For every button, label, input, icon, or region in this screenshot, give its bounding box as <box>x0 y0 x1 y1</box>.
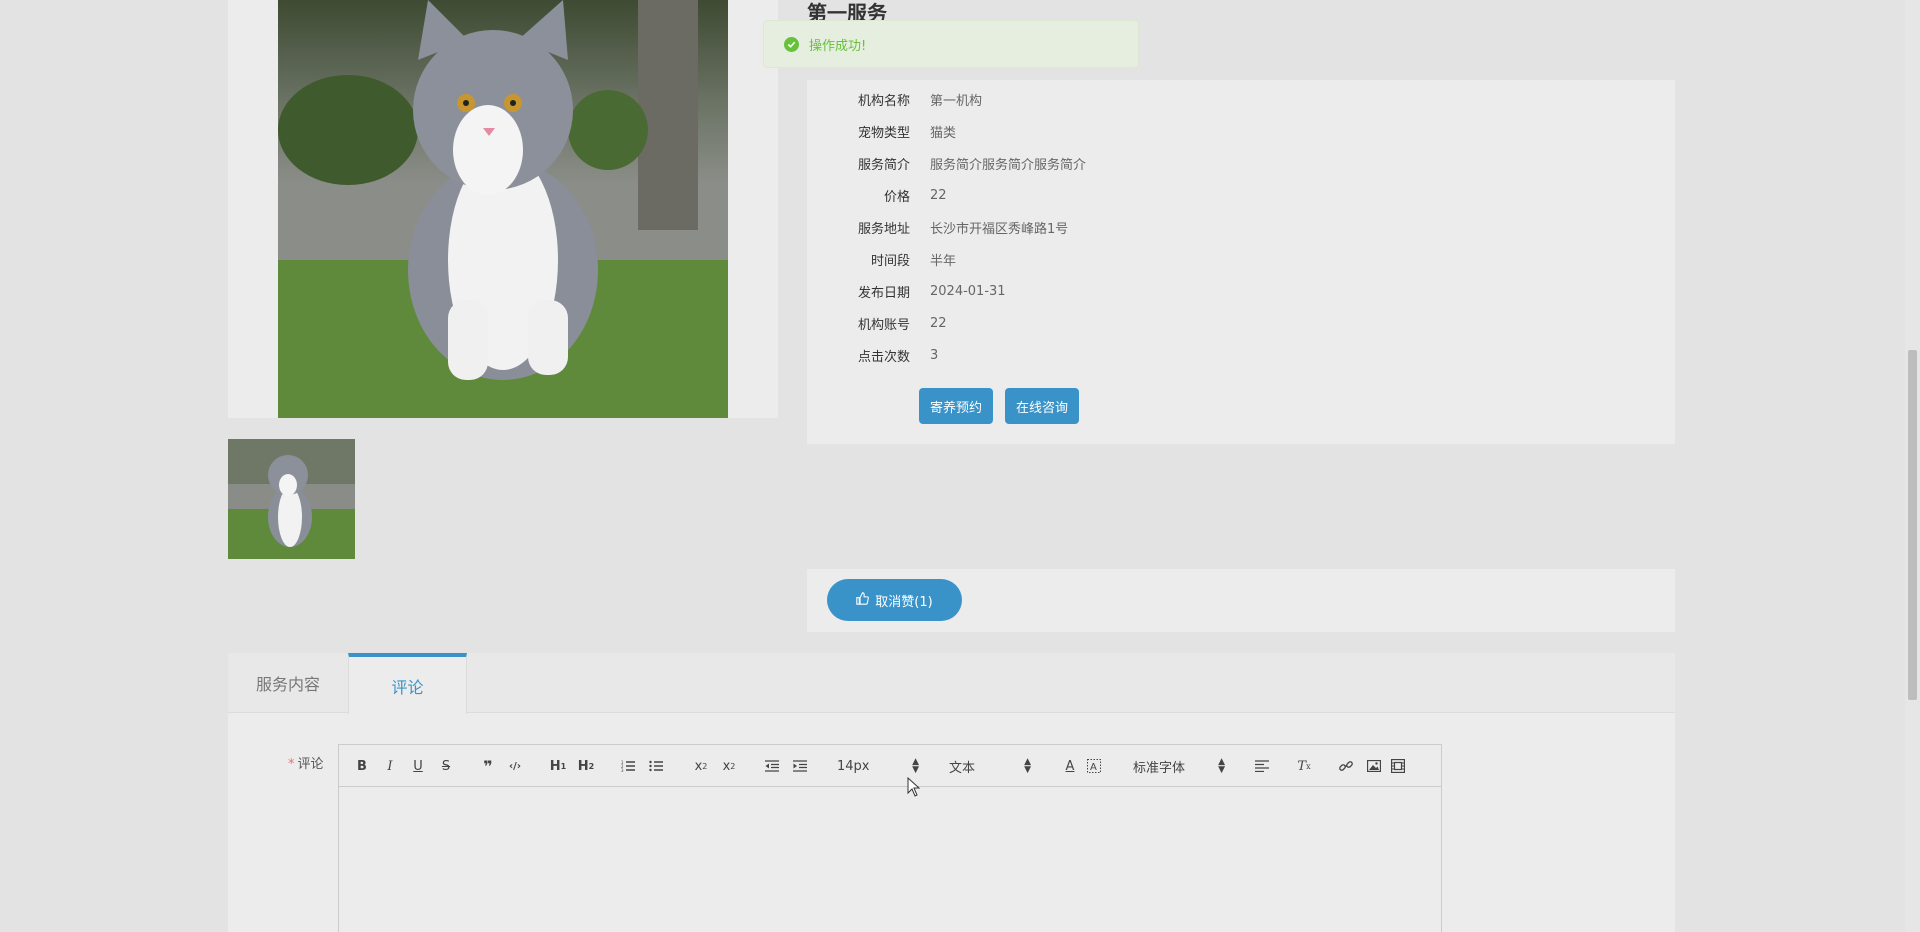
info-row-publish-date: 发布日期 2024-01-31 <box>807 275 1006 307</box>
mouse-cursor-icon <box>907 776 921 801</box>
online-consult-button[interactable]: 在线咨询 <box>1005 388 1080 424</box>
tab-comments[interactable]: 评论 <box>348 653 467 714</box>
toast-message: 操作成功! <box>809 38 867 54</box>
success-toast: 操作成功! <box>763 20 1139 68</box>
font-family-select[interactable]: 标准字体 ▲ ▼ <box>1133 755 1229 777</box>
info-value: 3 <box>930 347 939 363</box>
info-label: 机构名称 <box>857 93 910 109</box>
info-value: 长沙市开福区秀峰路1号 <box>930 221 1069 237</box>
font-color-icon[interactable]: A <box>1061 755 1079 777</box>
unlike-button[interactable]: 取消赞(1) <box>827 579 962 621</box>
select-arrows-icon: ▲ ▼ <box>1024 757 1031 775</box>
book-boarding-button[interactable]: 寄养预约 <box>919 388 994 424</box>
header-select[interactable]: 文本 ▲ ▼ <box>949 755 1035 777</box>
font-size-value: 14px <box>837 758 870 774</box>
info-row-summary: 服务简介 服务简介服务简介服务简介 <box>807 147 1086 179</box>
underline-icon[interactable]: U <box>409 755 427 777</box>
heading1-icon[interactable]: H1 <box>547 755 569 777</box>
tabs-section: 服务内容 评论 * 评论 B I U S ❞ ‹/› H1 H2 123 x2 x… <box>228 653 1675 932</box>
info-label: 发布日期 <box>857 285 910 301</box>
select-arrows-icon: ▲ ▼ <box>912 757 919 775</box>
info-label: 机构账号 <box>857 317 910 333</box>
check-circle-icon <box>784 36 799 52</box>
link-icon[interactable] <box>1337 755 1355 777</box>
thumbnail-image[interactable] <box>228 439 355 559</box>
outdent-icon[interactable] <box>763 755 781 777</box>
main-image-container <box>228 0 778 418</box>
info-row-address: 服务地址 长沙市开福区秀峰路1号 <box>807 211 1068 243</box>
svg-text:3: 3 <box>621 768 624 772</box>
info-label: 时间段 <box>870 253 910 269</box>
info-value: 服务简介服务简介服务简介 <box>930 157 1087 173</box>
code-block-icon[interactable]: ‹/› <box>505 755 525 777</box>
info-label: 服务简介 <box>857 157 910 173</box>
info-label: 价格 <box>883 189 910 205</box>
font-size-select[interactable]: 14px ▲ ▼ <box>837 755 923 777</box>
tab-bar: 服务内容 评论 <box>228 653 1675 714</box>
unlike-label: 取消赞(1) <box>875 594 933 610</box>
select-arrows-icon: ▲ ▼ <box>1218 757 1225 775</box>
info-label: 点击次数 <box>857 349 910 365</box>
bold-icon[interactable]: B <box>353 755 371 777</box>
required-mark: * <box>288 757 295 772</box>
superscript-icon[interactable]: x2 <box>719 755 739 777</box>
background-color-icon[interactable]: A <box>1085 755 1103 777</box>
info-label: 宠物类型 <box>857 125 910 141</box>
info-row-price: 价格 22 <box>807 179 947 211</box>
info-row-period: 时间段 半年 <box>807 243 956 275</box>
align-icon[interactable] <box>1253 755 1271 777</box>
page-scrollbar[interactable] <box>1905 0 1920 932</box>
info-row-clicks: 点击次数 3 <box>807 339 938 371</box>
editor-content-area[interactable] <box>339 787 1441 932</box>
info-label: 服务地址 <box>857 221 910 237</box>
svg-text:A: A <box>1090 762 1097 773</box>
editor-toolbar: B I U S ❞ ‹/› H1 H2 123 x2 x2 14px ▲ ▼ 文… <box>339 745 1441 787</box>
subscript-icon[interactable]: x2 <box>691 755 711 777</box>
blockquote-icon[interactable]: ❞ <box>479 755 497 777</box>
like-panel: 取消赞(1) <box>807 569 1675 632</box>
clear-format-icon[interactable]: Tx <box>1295 755 1313 777</box>
info-value: 第一机构 <box>930 93 983 109</box>
comment-label-text: 评论 <box>297 757 324 772</box>
info-value: 22 <box>930 315 947 331</box>
info-value: 22 <box>930 187 947 203</box>
info-row-org-name: 机构名称 第一机构 <box>807 83 982 115</box>
info-row-org-account: 机构账号 22 <box>807 307 947 339</box>
strikethrough-icon[interactable]: S <box>437 755 455 777</box>
video-icon[interactable] <box>1389 755 1407 777</box>
rich-text-editor: B I U S ❞ ‹/› H1 H2 123 x2 x2 14px ▲ ▼ 文… <box>338 744 1442 932</box>
info-row-pet-type: 宠物类型 猫类 <box>807 115 956 147</box>
thumbs-up-icon <box>856 591 870 609</box>
ordered-list-icon[interactable]: 123 <box>619 755 637 777</box>
bullet-list-icon[interactable] <box>647 755 665 777</box>
main-pet-image <box>278 0 728 418</box>
indent-icon[interactable] <box>791 755 809 777</box>
tab-service-content[interactable]: 服务内容 <box>228 653 348 713</box>
comment-field-label: * 评论 <box>288 753 324 772</box>
heading2-icon[interactable]: H2 <box>575 755 597 777</box>
info-value: 2024-01-31 <box>930 283 1006 299</box>
header-select-value: 文本 <box>949 760 976 776</box>
scrollbar-thumb[interactable] <box>1908 350 1917 700</box>
image-icon[interactable] <box>1365 755 1383 777</box>
info-value: 猫类 <box>930 125 957 141</box>
font-family-value: 标准字体 <box>1133 760 1186 776</box>
info-value: 半年 <box>930 253 957 269</box>
italic-icon[interactable]: I <box>381 755 399 777</box>
